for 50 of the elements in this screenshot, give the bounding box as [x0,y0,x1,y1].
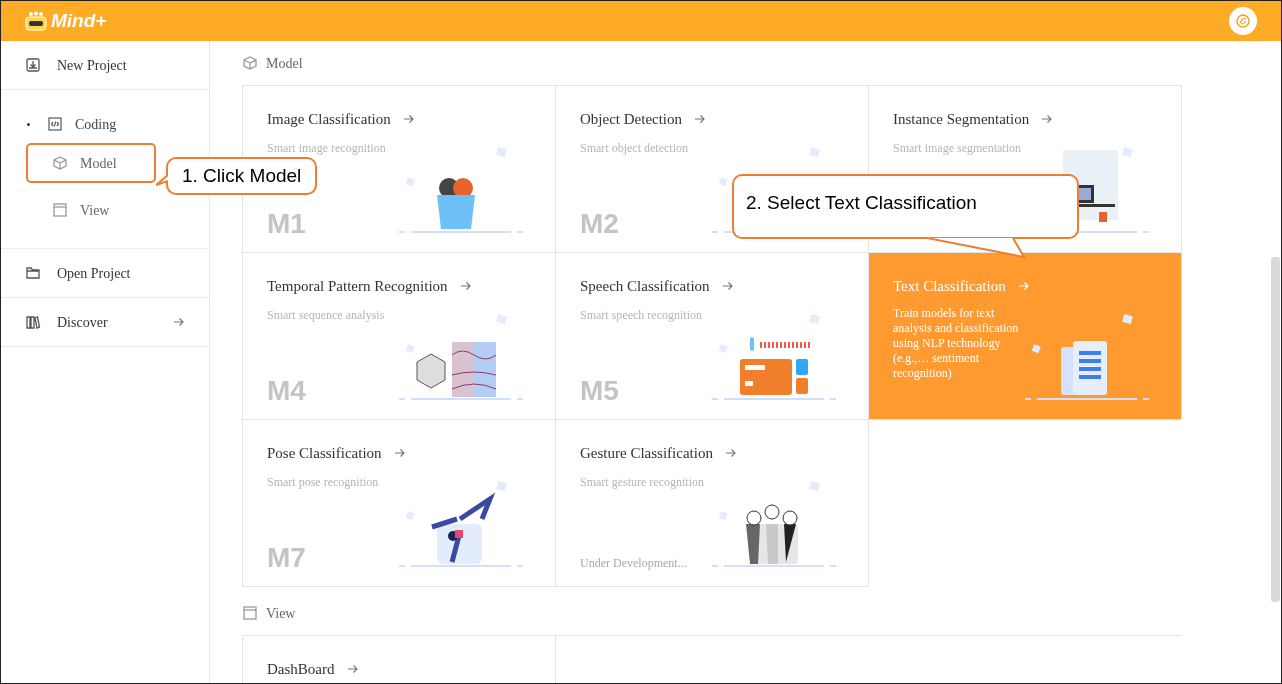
app-logo-text: Mind+ [51,8,107,33]
model-card[interactable]: Gesture Classification Smart gesture recognition Under Development... [556,420,869,587]
sidebar-item[interactable]: Coding [47,113,117,135]
sidebar-item[interactable]: New Project [1,41,209,90]
card-title: DashBoard [267,660,335,679]
window-icon [242,605,258,621]
card-description: Smart sequence analysis [267,306,385,324]
card-title: Speech Classification [580,277,710,296]
window-icon [52,202,68,218]
callout-bubble: 1. Click Model [166,157,318,195]
card-title: Object Detection [580,110,683,129]
callout-pointer [156,175,168,187]
sidebar-item[interactable]: Open Project [1,249,209,298]
scrollbar-thumb[interactable] [1271,257,1280,602]
model-code: M2 [580,210,620,238]
robot-logo-icon [25,11,47,31]
swirl-icon [1235,13,1251,29]
sidebar-item[interactable]: Discover [1,298,209,347]
card-description: Smart object detection [580,139,688,157]
section-title: View [266,604,296,623]
card-description: Smart pose recognition [267,473,379,491]
model-code: M5 [580,377,620,405]
card-title: Instance Segmentation [893,110,1030,129]
model-code: M1 [267,210,307,238]
cube-icon [242,55,258,71]
card-title: Text Classification [893,277,1006,296]
card-title: Image Classification [267,110,391,129]
code-icon [47,116,63,132]
import-icon [25,57,41,73]
section-title: Model [266,54,303,73]
model-card[interactable]: Pose Classification Smart pose recognition M7 [243,420,556,587]
model-code: M7 [267,544,307,572]
card-description: Smart speech recognition [580,306,702,324]
account-button[interactable] [1229,7,1257,35]
card-description: Smart image segmentation [893,139,1021,157]
status-text: Under Development... [580,555,688,572]
sidebar-subitem[interactable]: Model [26,143,156,183]
card-title: Pose Classification [267,444,382,463]
model-code: M4 [267,377,307,405]
model-card[interactable]: Speech Classification Smart speech recognition M5 [556,253,869,420]
card-description: Smart gesture recognition [580,473,704,491]
card-title: Temporal Pattern Recognition [267,277,448,296]
cube-icon [52,155,68,171]
card-description: Train models for text analysis and classification using NLP technology (e.g.,… sentiment recognition) [893,305,1020,381]
folder-icon [25,265,41,281]
card-description: Smart image recognition [267,139,386,157]
card-title: Gesture Classification [580,444,713,463]
sidebar-subitem[interactable]: View [26,190,156,230]
model-card[interactable]: Temporal Pattern Recognition Smart sequence analysis M4 [243,253,556,420]
books-icon [25,314,41,330]
